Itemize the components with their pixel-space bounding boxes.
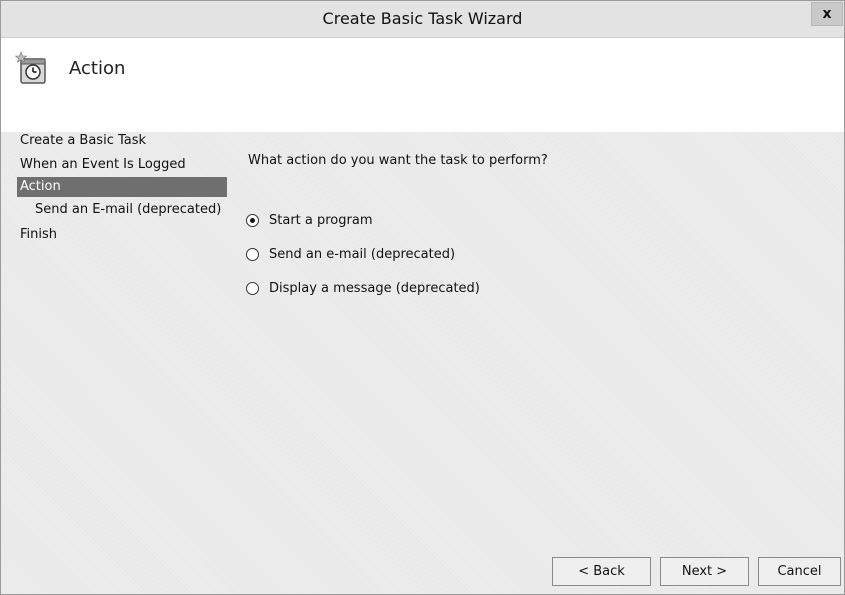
nav-step-trigger[interactable]: When an Event Is Logged xyxy=(17,152,227,177)
cancel-button[interactable]: Cancel xyxy=(758,557,841,586)
page-header: Action xyxy=(1,38,844,132)
nav-step-send-email[interactable]: Send an E-mail (deprecated) xyxy=(17,197,227,222)
option-display-message[interactable]: Display a message (deprecated) xyxy=(246,278,480,298)
radio-display-message[interactable] xyxy=(246,281,259,295)
option-start-program[interactable]: Start a program xyxy=(246,210,480,230)
wizard-content: Create a Basic Task When an Event Is Log… xyxy=(1,132,844,594)
close-button[interactable]: x xyxy=(811,2,843,26)
wizard-window: Create Basic Task Wizard x Action Create… xyxy=(0,0,845,595)
nav-step-finish[interactable]: Finish xyxy=(17,222,227,247)
option-label: Display a message (deprecated) xyxy=(269,280,480,296)
option-send-email[interactable]: Send an e-mail (deprecated) xyxy=(246,244,480,264)
page-title: Action xyxy=(69,58,126,79)
close-icon: x xyxy=(822,6,832,22)
option-label: Start a program xyxy=(269,212,373,228)
radio-send-email[interactable] xyxy=(246,247,259,261)
nav-step-create-basic-task[interactable]: Create a Basic Task xyxy=(17,132,227,152)
task-scheduler-icon xyxy=(15,51,46,84)
next-button[interactable]: Next > xyxy=(660,557,749,586)
title-bar: Create Basic Task Wizard x xyxy=(1,1,844,38)
wizard-steps-nav: Create a Basic Task When an Event Is Log… xyxy=(17,132,227,247)
action-options: Start a program Send an e-mail (deprecat… xyxy=(246,210,480,312)
option-label: Send an e-mail (deprecated) xyxy=(269,246,456,262)
back-button[interactable]: < Back xyxy=(552,557,651,586)
action-prompt: What action do you want the task to perf… xyxy=(248,153,548,168)
radio-start-program[interactable] xyxy=(246,213,259,227)
window-title: Create Basic Task Wizard xyxy=(322,9,523,28)
nav-step-action[interactable]: Action xyxy=(17,177,227,197)
